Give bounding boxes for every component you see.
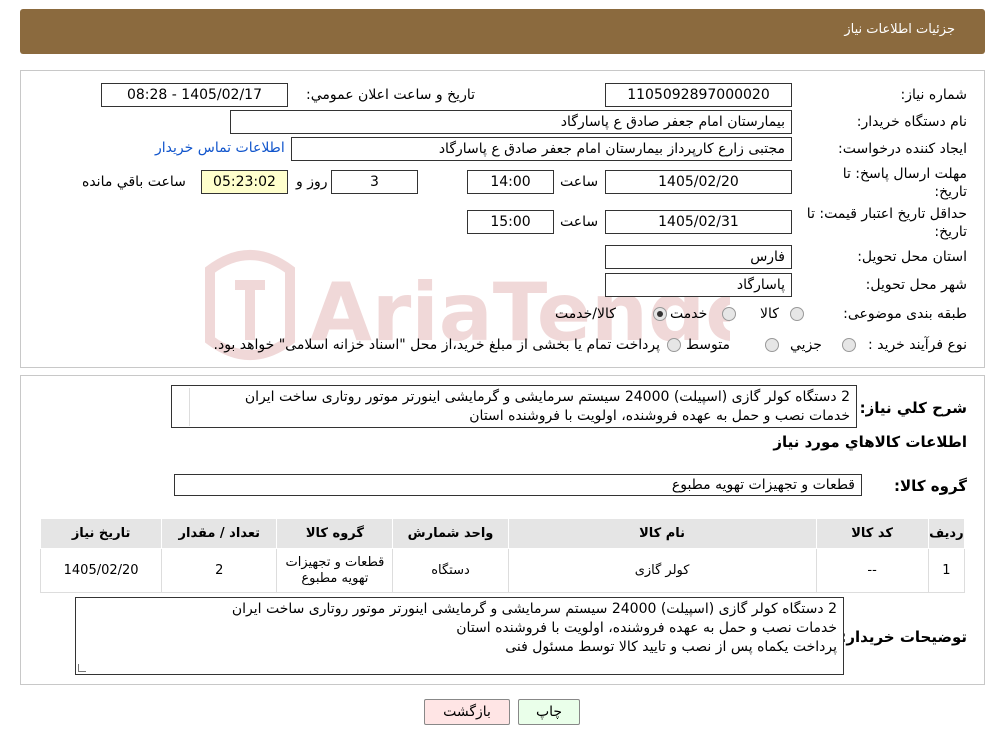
col-row: ردیف bbox=[927, 518, 966, 549]
cell-unit: دستگاه bbox=[392, 548, 509, 593]
process-label: نوع فرآیند خرید : bbox=[868, 337, 967, 353]
table-row: 1 -- کولر گازی دستگاه قطعات و تجهیزات ته… bbox=[39, 548, 966, 593]
col-unit: واحد شمارش bbox=[392, 518, 509, 549]
process-note: پرداخت تمام یا بخشی از مبلغ خرید،از محل … bbox=[213, 337, 660, 353]
category-goods-service-label: کالا/خدمت bbox=[555, 306, 616, 322]
process-medium-label: متوسط bbox=[686, 337, 730, 353]
validity-label: حداقل تاریخ اعتبار قیمت: تا bbox=[806, 206, 967, 222]
cell-qty: 2 bbox=[161, 548, 278, 593]
days-field: 3 bbox=[331, 170, 418, 194]
deadline-label: مهلت ارسال پاسخ: تا bbox=[842, 166, 967, 182]
validity-date-field: 1405/02/31 bbox=[605, 210, 792, 234]
category-service-radio[interactable] bbox=[722, 307, 736, 321]
cell-row: 1 bbox=[927, 548, 966, 593]
col-code: کد کالا bbox=[815, 518, 929, 549]
goods-group-label: گروه کالا: bbox=[894, 477, 967, 495]
cell-group: قطعات و تجهیزات تهویه مطبوع bbox=[276, 548, 394, 593]
deadline-time-field: 14:00 bbox=[467, 170, 554, 194]
province-label: استان محل تحویل: bbox=[857, 249, 967, 265]
cell-group-line-2: تهویه مطبوع bbox=[301, 570, 369, 586]
announce-field: 1405/02/17 - 08:28 bbox=[101, 83, 288, 107]
col-group: گروه کالا bbox=[276, 518, 394, 549]
description-line-1: 2 دستگاه کولر گازی (اسپیلت) 24000 سیستم … bbox=[244, 389, 850, 405]
process-minor-label: جزیي bbox=[790, 337, 822, 353]
col-name: نام کالا bbox=[507, 518, 817, 549]
need-number-label: شماره نیاز: bbox=[900, 87, 968, 103]
city-field: پاسارگاد bbox=[605, 273, 792, 297]
process-medium-radio[interactable] bbox=[765, 338, 779, 352]
category-label: طبقه بندی موضوعی: bbox=[843, 306, 967, 322]
col-qty: تعداد / مقدار bbox=[161, 518, 278, 549]
description-scrollbar[interactable] bbox=[174, 388, 190, 426]
back-button[interactable]: بازگشت bbox=[424, 699, 510, 725]
days-label: روز و bbox=[296, 174, 328, 190]
validity-time-field: 15:00 bbox=[467, 210, 554, 234]
goods-info-title: اطلاعات کالاهاي مورد نیاز bbox=[773, 433, 967, 451]
validity-label-date: تاریخ: bbox=[934, 224, 967, 240]
category-goods-service-radio[interactable] bbox=[653, 307, 667, 321]
deadline-date-field: 1405/02/20 bbox=[605, 170, 792, 194]
print-button[interactable]: چاپ bbox=[518, 699, 580, 725]
resize-handle-icon[interactable] bbox=[78, 664, 86, 672]
validity-time-label: ساعت bbox=[560, 214, 599, 230]
creator-label: ایجاد کننده درخواست: bbox=[838, 141, 967, 157]
goods-table-header: ردیف کد کالا نام کالا واحد شمارش گروه کا… bbox=[39, 518, 966, 549]
buyer-org-label: نام دستگاه خریدار: bbox=[856, 114, 967, 130]
cell-name: کولر گازی bbox=[507, 548, 817, 593]
buyer-notes-label: توضیحات خریدار: bbox=[840, 628, 967, 646]
deadline-time-label: ساعت bbox=[560, 174, 599, 190]
announce-label: تاریخ و ساعت اعلان عمومي: bbox=[306, 87, 475, 103]
buyer-notes-line-3: پرداخت یکماه پس از نصب و تایید کالا توسط… bbox=[505, 639, 837, 655]
process-minor-radio[interactable] bbox=[842, 338, 856, 352]
description-label: شرح کلي نیاز: bbox=[859, 399, 967, 417]
remaining-label: ساعت باقي مانده bbox=[82, 174, 186, 190]
buyer-notes-line-2: خدمات نصب و حمل به عهده فروشنده، اولویت … bbox=[456, 620, 837, 636]
page-header: جزئیات اطلاعات نیاز bbox=[20, 9, 985, 54]
deadline-label-date: تاریخ: bbox=[934, 184, 967, 200]
category-goods-radio[interactable] bbox=[790, 307, 804, 321]
buyer-notes-field[interactable]: 2 دستگاه کولر گازی (اسپیلت) 24000 سیستم … bbox=[75, 597, 844, 675]
col-date: تاریخ نیاز bbox=[39, 518, 163, 549]
need-number-field: 1105092897000020 bbox=[605, 83, 792, 107]
process-note-radio[interactable] bbox=[667, 338, 681, 352]
goods-group-field: قطعات و تجهیزات تهویه مطبوع bbox=[174, 474, 862, 496]
remaining-time-field: 05:23:02 bbox=[201, 170, 288, 194]
cell-date: 1405/02/20 bbox=[39, 548, 163, 593]
description-line-2: خدمات نصب و حمل به عهده فروشنده، اولویت … bbox=[469, 408, 850, 424]
cell-code: -- bbox=[815, 548, 929, 593]
city-label: شهر محل تحویل: bbox=[865, 277, 967, 293]
creator-field: مجتبی زارع کارپرداز بیمارستان امام جعفر … bbox=[291, 137, 792, 161]
contact-buyer-link[interactable]: اطلاعات تماس خریدار bbox=[155, 140, 285, 156]
province-field: فارس bbox=[605, 245, 792, 269]
category-service-label: خدمت bbox=[670, 306, 708, 322]
category-goods-label: کالا bbox=[760, 306, 779, 322]
description-field[interactable]: 2 دستگاه کولر گازی (اسپیلت) 24000 سیستم … bbox=[171, 385, 857, 428]
page-title: جزئیات اطلاعات نیاز bbox=[844, 22, 955, 37]
buyer-notes-line-1: 2 دستگاه کولر گازی (اسپیلت) 24000 سیستم … bbox=[231, 601, 837, 617]
goods-table: ردیف کد کالا نام کالا واحد شمارش گروه کا… bbox=[39, 518, 966, 593]
cell-group-line-1: قطعات و تجهیزات bbox=[285, 554, 385, 570]
buyer-org-field: بیمارستان امام جعفر صادق ع پاسارگاد bbox=[230, 110, 792, 134]
